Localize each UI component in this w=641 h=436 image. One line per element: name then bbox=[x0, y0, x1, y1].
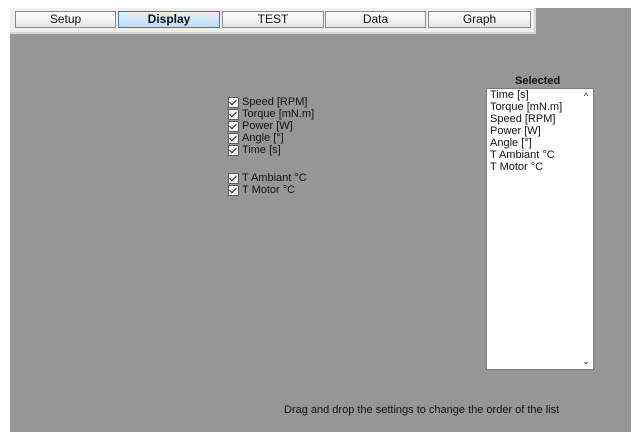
setting-label: Power [W] bbox=[242, 120, 293, 132]
setting-t-ambiant[interactable]: T Ambiant °C bbox=[228, 172, 314, 184]
hint-text: Drag and drop the settings to change the… bbox=[284, 404, 560, 416]
list-item[interactable]: Speed [RPM] bbox=[487, 113, 593, 125]
checkbox-checked-icon[interactable] bbox=[228, 120, 239, 132]
setting-t-motor[interactable]: T Motor °C bbox=[228, 184, 314, 196]
selected-listbox[interactable]: Time [s] Torque [mN.m] Speed [RPM] Power… bbox=[486, 88, 594, 370]
checkbox-checked-icon[interactable] bbox=[228, 96, 239, 108]
setting-label: T Ambiant °C bbox=[242, 172, 307, 184]
tab-setup[interactable]: Setup bbox=[15, 11, 116, 28]
checkbox-checked-icon[interactable] bbox=[228, 172, 239, 184]
settings-checklist: Speed [RPM] Torque [mN.m] Power [W] Angl… bbox=[228, 96, 314, 196]
setting-power[interactable]: Power [W] bbox=[228, 120, 314, 132]
checkbox-checked-icon[interactable] bbox=[228, 144, 239, 156]
scroll-down-icon[interactable]: ⌄ bbox=[581, 356, 591, 367]
setting-label: T Motor °C bbox=[242, 184, 296, 196]
list-item[interactable]: Torque [mN.m] bbox=[487, 101, 593, 113]
tab-graph[interactable]: Graph bbox=[428, 11, 531, 28]
setting-label: Time [s] bbox=[242, 144, 281, 156]
setting-speed[interactable]: Speed [RPM] bbox=[228, 96, 314, 108]
list-item[interactable]: T Ambiant °C bbox=[487, 149, 593, 161]
list-item[interactable]: T Motor °C bbox=[487, 161, 593, 173]
checkbox-checked-icon[interactable] bbox=[228, 108, 239, 120]
scroll-up-icon[interactable]: ^ bbox=[581, 91, 591, 101]
selected-title: Selected bbox=[515, 75, 561, 87]
checkbox-checked-icon[interactable] bbox=[228, 184, 239, 196]
setting-label: Speed [RPM] bbox=[242, 96, 308, 108]
checkbox-checked-icon[interactable] bbox=[228, 132, 239, 144]
list-item[interactable]: Angle [°] bbox=[487, 137, 593, 149]
tab-display[interactable]: Display bbox=[118, 11, 220, 28]
list-item[interactable]: Power [W] bbox=[487, 125, 593, 137]
setting-angle[interactable]: Angle [°] bbox=[228, 132, 314, 144]
tab-test[interactable]: TEST bbox=[222, 11, 324, 28]
tab-bar: Setup Display TEST Data Graph bbox=[10, 8, 536, 34]
list-item[interactable]: Time [s] bbox=[487, 89, 593, 101]
tab-data[interactable]: Data bbox=[325, 11, 426, 28]
app-window: Setup Display TEST Data Graph Speed [RPM… bbox=[10, 8, 631, 432]
setting-time[interactable]: Time [s] bbox=[228, 144, 314, 156]
setting-label: Angle [°] bbox=[242, 132, 284, 144]
setting-label: Torque [mN.m] bbox=[242, 108, 315, 120]
setting-torque[interactable]: Torque [mN.m] bbox=[228, 108, 314, 120]
